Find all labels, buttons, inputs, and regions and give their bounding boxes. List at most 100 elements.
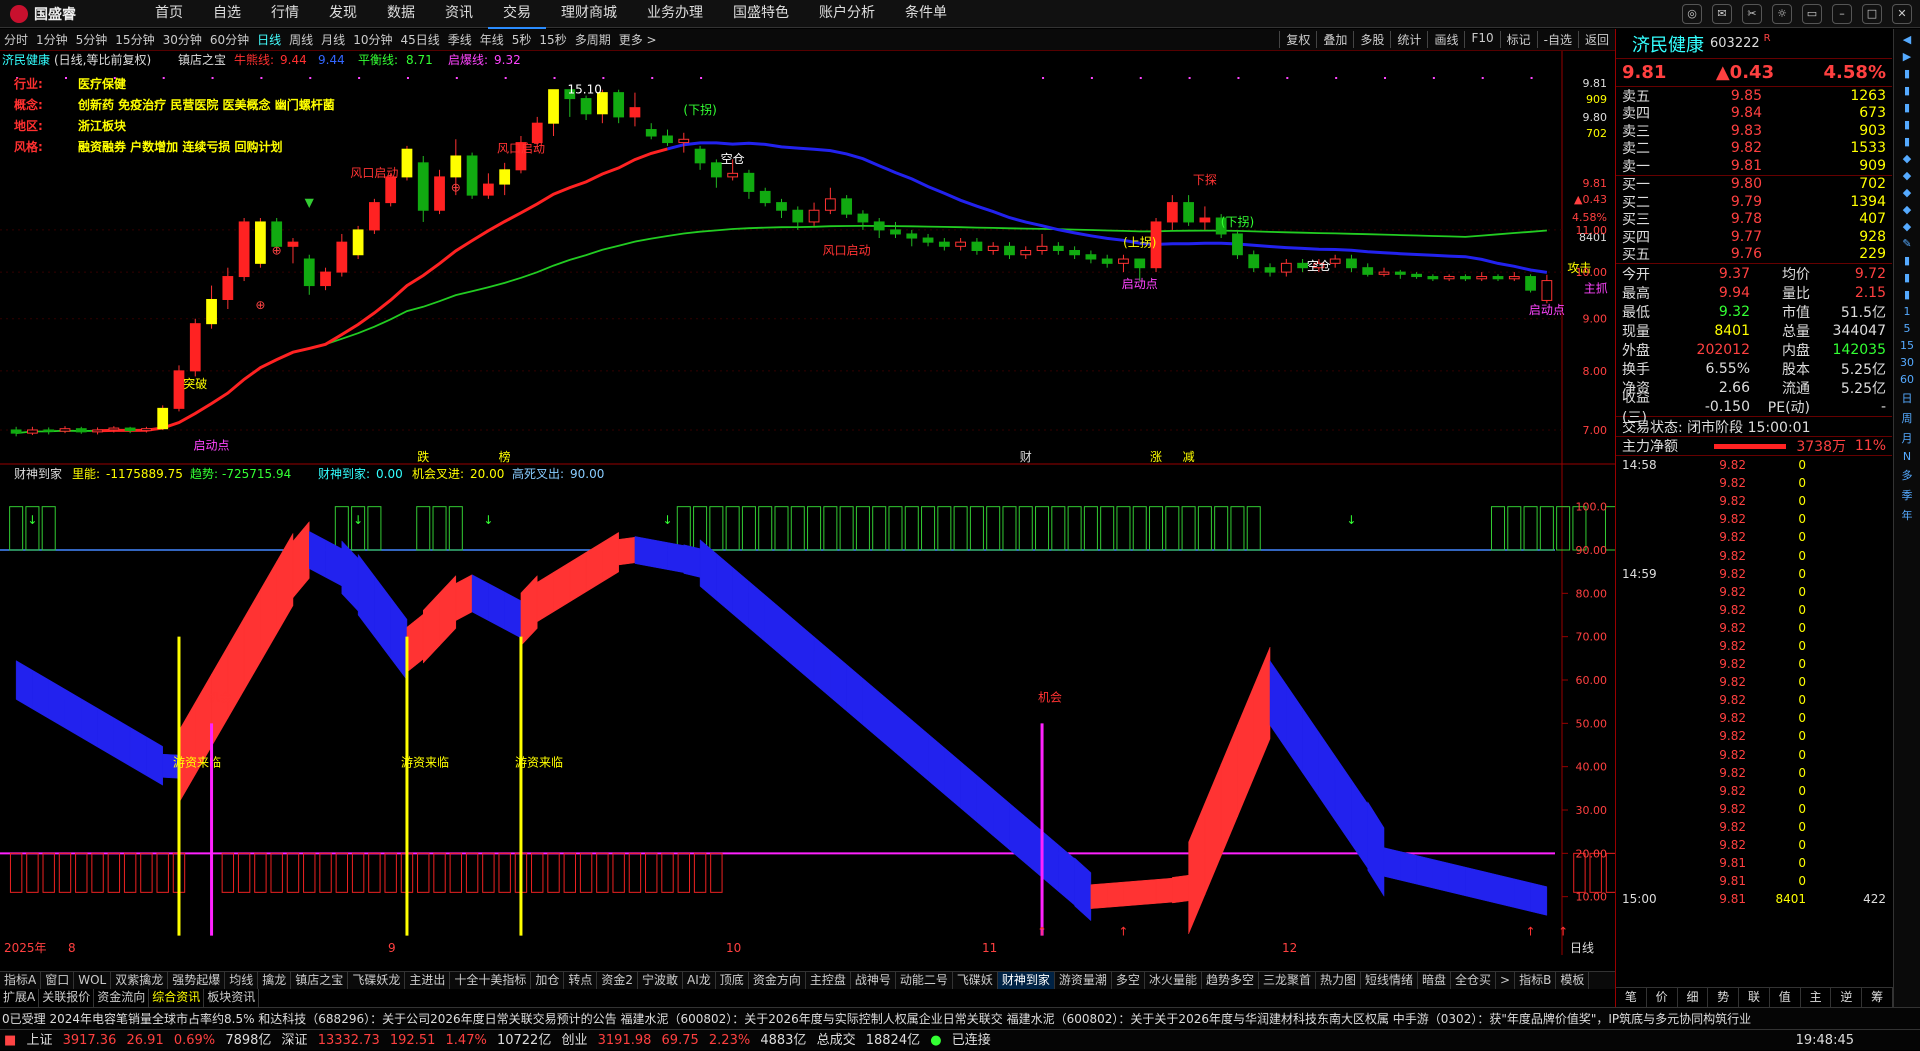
period-tab-6[interactable]: 日线 bbox=[253, 31, 285, 48]
tick-row[interactable]: 9.82 0 bbox=[1616, 818, 1892, 836]
tick-row[interactable]: 9.82 0 bbox=[1616, 528, 1892, 546]
period-tab-8[interactable]: 月线 bbox=[317, 31, 349, 48]
side-tool-icon-10[interactable]: ◆ bbox=[1898, 203, 1916, 216]
tick-list[interactable]: 14:58 9.82 0 9.82 0 9.82 0 9.82 0 9.82 0 9.82 0 14:59… bbox=[1616, 456, 1892, 908]
indicator-tab-2[interactable]: WOL bbox=[74, 972, 112, 989]
side-tool-icon-4[interactable]: ▮ bbox=[1898, 101, 1916, 114]
menu-item-5[interactable]: 资讯 bbox=[430, 0, 488, 29]
menu-item-11[interactable]: 条件单 bbox=[890, 0, 962, 29]
side-tool-icon-17[interactable]: 5 bbox=[1898, 322, 1916, 335]
indicator-tab-4[interactable]: 强势起爆 bbox=[168, 972, 226, 989]
indicator-tab-8[interactable]: 飞碟妖龙 bbox=[348, 972, 406, 989]
period-tab-9[interactable]: 10分钟 bbox=[349, 31, 396, 48]
side-tool-icon-19[interactable]: 30 bbox=[1898, 356, 1916, 369]
message-icon[interactable]: ◎ bbox=[1682, 4, 1702, 24]
tick-row[interactable]: 9.82 0 bbox=[1616, 583, 1892, 601]
side-tool-icon-12[interactable]: ✎ bbox=[1898, 237, 1916, 250]
period-tab-4[interactable]: 30分钟 bbox=[159, 31, 206, 48]
ext-tab-3[interactable]: 综合资讯 bbox=[149, 989, 205, 1007]
quote-tab-2[interactable]: 细 bbox=[1678, 988, 1709, 1007]
period-tab-0[interactable]: 分时 bbox=[0, 31, 32, 48]
chart-tool-3[interactable]: 统计 bbox=[1390, 31, 1427, 48]
price-chart[interactable]: (下拐)空仓风口启动风口启动风口启动(下拐)空仓(上拐)启动点启动点启动点攻击突… bbox=[0, 51, 1615, 465]
menu-item-8[interactable]: 业务办理 bbox=[632, 0, 718, 29]
indicator-tab-7[interactable]: 镇店之宝 bbox=[291, 972, 349, 989]
side-tool-icon-27[interactable]: 年 bbox=[1898, 507, 1916, 523]
period-tab-2[interactable]: 5分钟 bbox=[72, 31, 112, 48]
bid-row[interactable]: 买四 9.77 928 bbox=[1616, 228, 1892, 246]
menu-item-2[interactable]: 行情 bbox=[256, 0, 314, 29]
tick-row[interactable]: 9.81 0 bbox=[1616, 872, 1892, 890]
quote-tab-7[interactable]: 逆 bbox=[1831, 988, 1863, 1007]
skin-icon[interactable]: ☼ bbox=[1772, 4, 1792, 24]
bid-row[interactable]: 买三 9.78 407 bbox=[1616, 211, 1892, 228]
indicator-tab-34[interactable]: 模板 bbox=[1556, 972, 1590, 989]
ask-row[interactable]: 卖四 9.84 673 bbox=[1616, 105, 1892, 122]
indicator-tab-21[interactable]: 飞碟妖 bbox=[953, 972, 998, 989]
indicator-chart[interactable]: ↓ ↓ ↓ ↓ ↓游资来临 游资来临 游资来临机会 机会↑ ↑ ↑ ↑ 100.090.0080.0… bbox=[0, 465, 1615, 955]
indicator-tab-28[interactable]: 热力图 bbox=[1316, 972, 1361, 989]
indicator-tab-27[interactable]: 三龙聚首 bbox=[1259, 972, 1316, 989]
period-tab-16[interactable]: 更多 > bbox=[615, 31, 661, 48]
quote-tab-5[interactable]: 值 bbox=[1770, 988, 1801, 1007]
tick-row[interactable]: 9.82 0 bbox=[1616, 492, 1892, 510]
tick-row[interactable]: 9.82 0 bbox=[1616, 619, 1892, 637]
period-tab-1[interactable]: 1分钟 bbox=[32, 31, 72, 48]
side-tool-icon-20[interactable]: 60 bbox=[1898, 373, 1916, 386]
indicator-tab-33[interactable]: 指标B bbox=[1515, 972, 1557, 989]
side-tool-icon-1[interactable]: ▶ bbox=[1898, 50, 1916, 63]
tick-row[interactable]: 9.82 0 bbox=[1616, 691, 1892, 709]
indicator-tab-19[interactable]: 战神号 bbox=[851, 972, 896, 989]
indicator-tab-24[interactable]: 多空 bbox=[1112, 972, 1145, 989]
side-tool-icon-18[interactable]: 15 bbox=[1898, 339, 1916, 352]
tick-row[interactable]: 9.82 0 bbox=[1616, 709, 1892, 727]
bid-row[interactable]: 买二 9.79 1394 bbox=[1616, 193, 1892, 211]
ask-row[interactable]: 卖二 9.82 1533 bbox=[1616, 140, 1892, 157]
period-tab-15[interactable]: 多周期 bbox=[571, 31, 615, 48]
ticker-text[interactable]: 0已受理 2024年电容笔销量全球市占率约8.5% 和达科技（688296）：关… bbox=[2, 1012, 1751, 1026]
indicator-tab-26[interactable]: 趋势多空 bbox=[1202, 972, 1259, 989]
side-tool-icon-8[interactable]: ◆ bbox=[1898, 169, 1916, 182]
bid-row[interactable]: 买五 9.76 229 bbox=[1616, 246, 1892, 263]
tick-row[interactable]: 9.82 0 bbox=[1616, 673, 1892, 691]
tick-row[interactable]: 9.81 0 bbox=[1616, 854, 1892, 872]
indicator-tab-20[interactable]: 动能二号 bbox=[896, 972, 953, 989]
tick-row[interactable]: 9.82 0 bbox=[1616, 764, 1892, 782]
quote-tab-1[interactable]: 价 bbox=[1647, 988, 1678, 1007]
mail-icon[interactable]: ✉ bbox=[1712, 4, 1732, 24]
tick-row[interactable]: 9.82 0 bbox=[1616, 637, 1892, 655]
sz-index-label[interactable]: 深证 bbox=[282, 1033, 308, 1048]
tick-row[interactable]: 9.82 0 bbox=[1616, 800, 1892, 818]
ext-tab-4[interactable]: 板块资讯 bbox=[204, 989, 260, 1007]
ext-tab-0[interactable]: 扩展A bbox=[0, 989, 40, 1007]
side-tool-icon-3[interactable]: ▮ bbox=[1898, 84, 1916, 97]
tick-row[interactable]: 14:59 9.82 0 bbox=[1616, 565, 1892, 583]
minimize-icon[interactable]: – bbox=[1832, 4, 1852, 24]
side-tool-icon-0[interactable]: ◀ bbox=[1898, 33, 1916, 46]
chart-tool-0[interactable]: 复权 bbox=[1279, 31, 1316, 48]
indicator-tab-17[interactable]: 资金方向 bbox=[749, 972, 806, 989]
tick-row[interactable]: 9.82 0 bbox=[1616, 727, 1892, 745]
side-tool-icon-22[interactable]: 周 bbox=[1898, 410, 1916, 426]
tools-icon[interactable]: ✂ bbox=[1742, 4, 1762, 24]
indicator-tab-13[interactable]: 资金2 bbox=[597, 972, 639, 989]
menu-item-10[interactable]: 账户分析 bbox=[804, 0, 890, 29]
period-tab-14[interactable]: 15秒 bbox=[535, 31, 570, 48]
tick-row[interactable]: 9.82 0 bbox=[1616, 655, 1892, 673]
quote-tab-4[interactable]: 联 bbox=[1739, 988, 1770, 1007]
close-icon[interactable]: ✕ bbox=[1892, 4, 1912, 24]
tick-row[interactable]: 9.82 0 bbox=[1616, 474, 1892, 492]
indicator-tab-14[interactable]: 宁波敢 bbox=[638, 972, 684, 989]
period-tab-5[interactable]: 60分钟 bbox=[206, 31, 253, 48]
indicator-name-label[interactable]: 镇店之宝 bbox=[178, 53, 226, 67]
indicator-tab-18[interactable]: 主控盘 bbox=[806, 972, 851, 989]
tick-row[interactable]: 9.82 0 bbox=[1616, 510, 1892, 528]
menu-item-7[interactable]: 理财商城 bbox=[546, 0, 632, 29]
period-tab-12[interactable]: 年线 bbox=[476, 31, 508, 48]
news-ticker[interactable]: 0已受理 2024年电容笔销量全球市占率约8.5% 和达科技（688296）：关… bbox=[0, 1007, 1920, 1029]
side-tool-icon-5[interactable]: ▮ bbox=[1898, 118, 1916, 131]
bid-row[interactable]: 买一 9.80 702 bbox=[1616, 176, 1892, 193]
tick-row[interactable]: 9.82 0 bbox=[1616, 782, 1892, 800]
chart-tool-4[interactable]: 画线 bbox=[1427, 31, 1464, 48]
maximize-icon[interactable]: □ bbox=[1862, 4, 1882, 24]
